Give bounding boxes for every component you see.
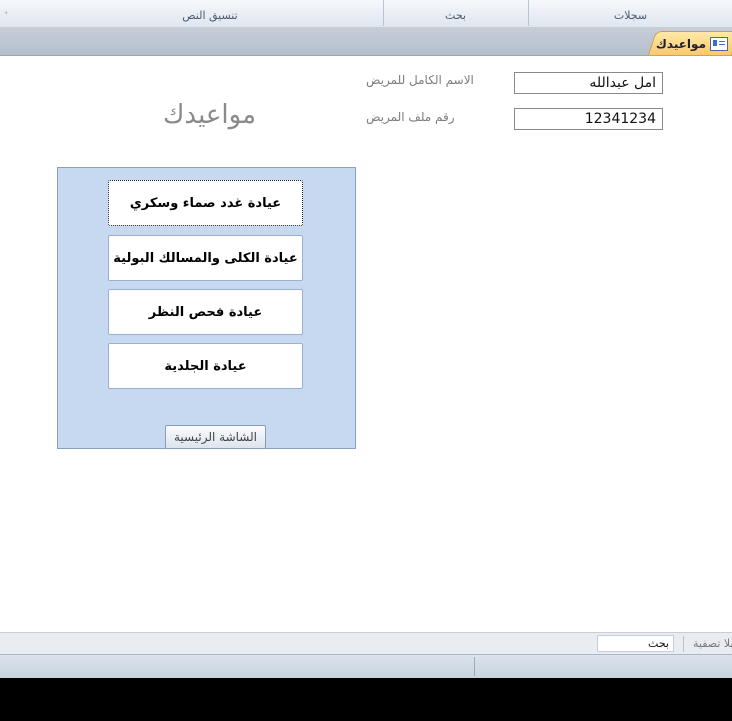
patient-name-label: الاسم الكامل للمريض bbox=[366, 73, 474, 87]
ribbon-group-records: سجلات bbox=[613, 9, 648, 22]
status-divider bbox=[474, 657, 475, 676]
document-tab-label: مواعيدك bbox=[655, 37, 706, 51]
clinic-button-urology[interactable]: عيادة الكلى والمسالك البولية bbox=[108, 235, 303, 281]
home-screen-button[interactable]: الشاشة الرئيسية bbox=[165, 425, 266, 449]
form-icon bbox=[710, 37, 728, 51]
clinic-button-dermatology[interactable]: عيادة الجلدية bbox=[108, 343, 303, 389]
ribbon-group-find: بحث bbox=[445, 9, 466, 22]
document-tab-strip: مواعيدك bbox=[0, 27, 732, 56]
ribbon: ⌝ تنسيق النص بحث سجلات bbox=[0, 0, 732, 28]
dialog-launcher-icon[interactable]: ⌝ bbox=[4, 11, 8, 20]
ribbon-group-text-formatting: تنسيق النص bbox=[182, 9, 238, 22]
status-divider bbox=[683, 636, 684, 652]
patient-file-field[interactable]: 12341234 bbox=[514, 108, 663, 130]
clinics-panel: عيادة غدد صماء وسكري عيادة الكلى والمسال… bbox=[57, 167, 356, 449]
search-input[interactable]: بحث bbox=[597, 635, 674, 652]
clinic-button-endocrine[interactable]: عيادة غدد صماء وسكري bbox=[108, 180, 303, 226]
status-bar bbox=[0, 654, 732, 678]
clinic-button-ophthalmology[interactable]: عيادة فحص النظر bbox=[108, 289, 303, 335]
document-tab-content[interactable]: مواعيدك bbox=[656, 35, 728, 53]
filter-status[interactable]: بلا تصفية bbox=[693, 637, 732, 650]
form-area: الاسم الكامل للمريض امل عبدالله رقم ملف … bbox=[0, 56, 732, 632]
page-title: مواعيدك bbox=[163, 100, 257, 130]
patient-file-label: رقم ملف المريض bbox=[366, 110, 455, 124]
patient-name-field[interactable]: امل عبدالله bbox=[514, 72, 663, 94]
navigation-bar: بلا تصفية بحث bbox=[0, 632, 732, 655]
